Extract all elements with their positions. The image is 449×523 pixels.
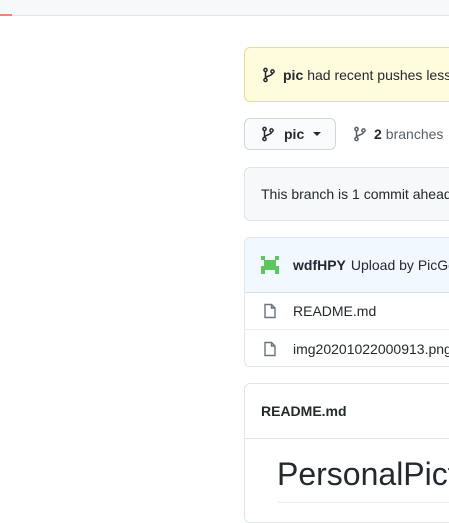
file-icon: [263, 303, 277, 319]
file-browser: wdfHPY Upload by PicGo README.md img2020…: [244, 237, 449, 367]
file-name[interactable]: README.md: [293, 303, 376, 319]
git-branch-icon: [261, 67, 277, 83]
file-row[interactable]: README.md: [245, 293, 449, 330]
readme-panel: README.md PersonalPict: [244, 383, 449, 523]
readme-heading: PersonalPict: [277, 456, 449, 492]
commit-author[interactable]: wdfHPY: [293, 257, 346, 273]
commit-message[interactable]: Upload by PicGo: [351, 257, 449, 273]
branches-link[interactable]: 2 branches: [352, 118, 443, 150]
alert-branch-name[interactable]: pic: [283, 67, 303, 83]
branch-selector-button[interactable]: pic: [244, 118, 336, 150]
latest-commit-row: wdfHPY Upload by PicGo: [245, 238, 449, 293]
current-branch-label: pic: [284, 126, 305, 142]
readme-filename: README.md: [245, 384, 449, 439]
avatar[interactable]: [259, 254, 281, 276]
file-icon: [263, 341, 277, 357]
git-branch-icon: [260, 126, 276, 142]
file-row[interactable]: img20201022000913.png: [245, 330, 449, 366]
git-branch-icon: [352, 126, 368, 142]
branches-label: branches: [385, 126, 444, 142]
branches-count: 2: [374, 126, 382, 142]
recent-pushes-alert: pic had recent pushes less t: [244, 47, 449, 102]
file-name[interactable]: img20201022000913.png: [293, 341, 449, 357]
active-tab-underline: [0, 14, 12, 16]
ahead-text: This branch is 1 commit ahead: [261, 186, 449, 202]
branch-ahead-notice: This branch is 1 commit ahead: [244, 167, 449, 221]
alert-text: had recent pushes less t: [307, 66, 449, 83]
heading-divider: [277, 502, 449, 503]
chevron-down-icon: [312, 131, 322, 137]
top-nav-band: [0, 0, 449, 16]
